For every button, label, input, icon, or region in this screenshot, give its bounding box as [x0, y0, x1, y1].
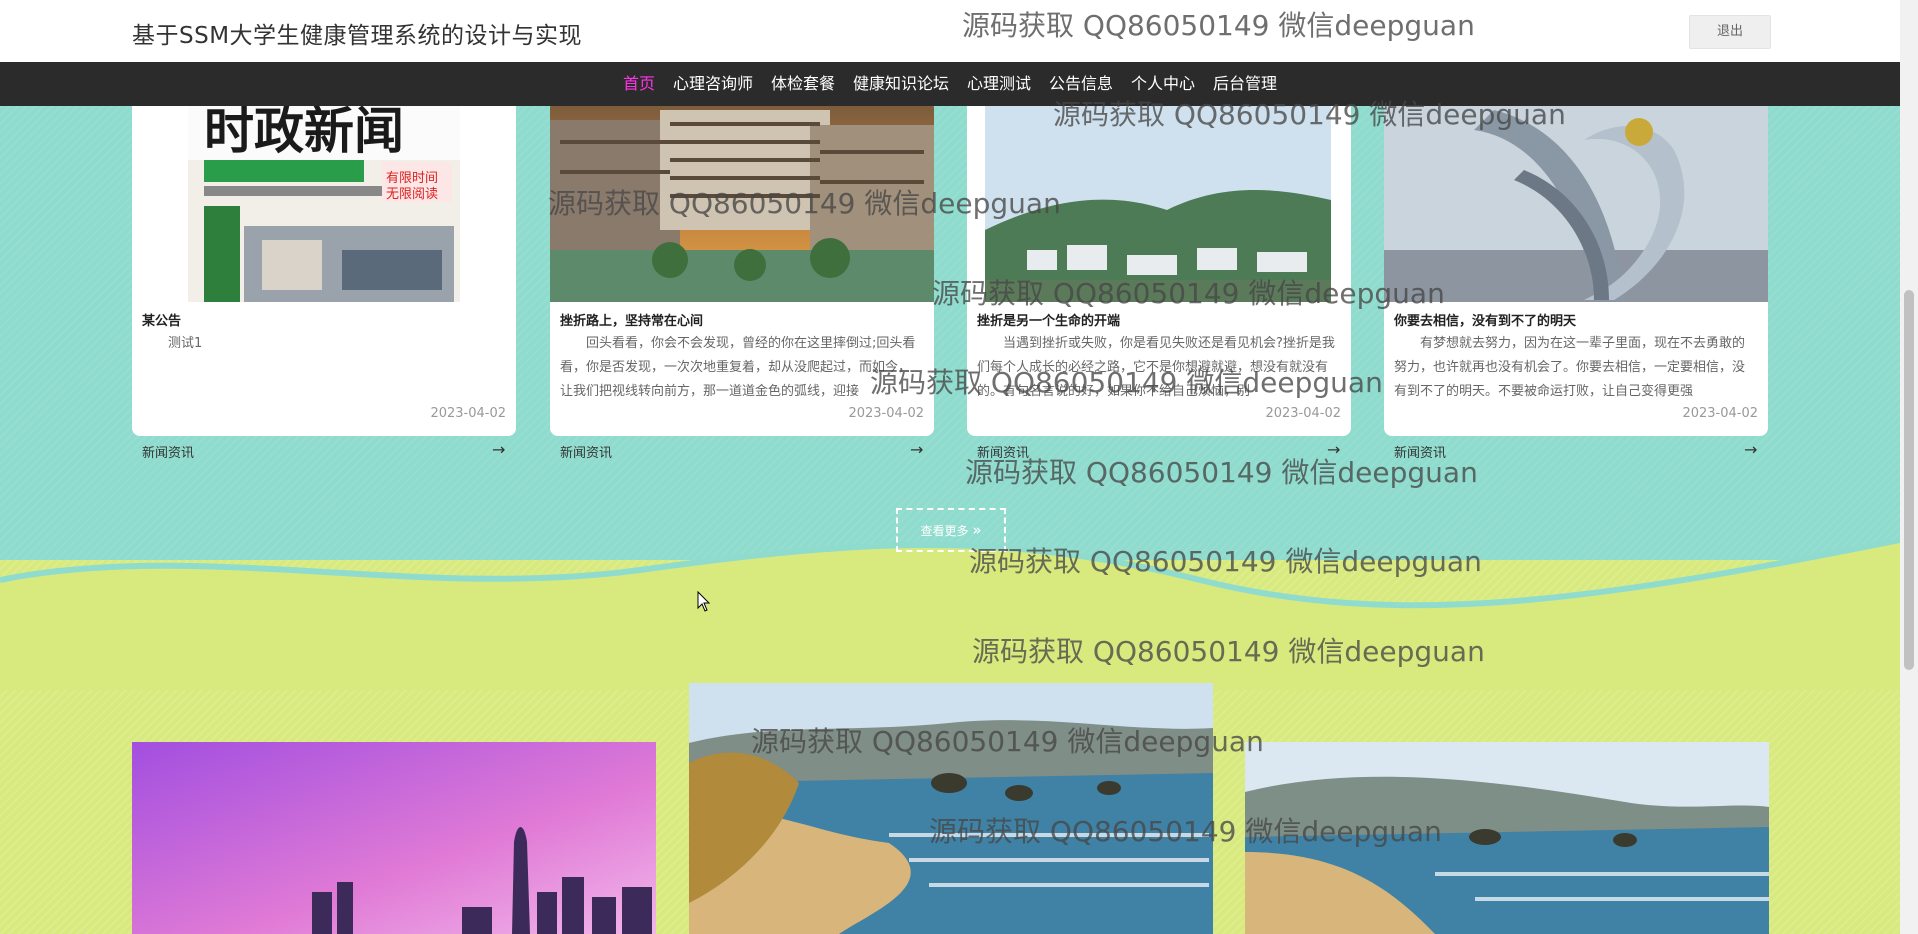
arrow-right-icon[interactable]: →	[492, 440, 505, 459]
card-date: 2023-04-02	[1682, 406, 1758, 421]
watermark: 源码获取 QQ86050149 微信deepguan	[870, 366, 1383, 399]
site-title: 基于SSM大学生健康管理系统的设计与实现	[132, 23, 583, 49]
view-more-label: 查看更多	[920, 524, 969, 538]
nav-item-checkup[interactable]: 体检套餐	[762, 62, 844, 106]
watermark: 源码获取 QQ86050149 微信deepguan	[751, 725, 1264, 758]
card-summary: 测试1	[168, 336, 203, 351]
card-title: 你要去相信，没有到不了的明天	[1394, 314, 1577, 329]
nav-item-psych-test[interactable]: 心理测试	[958, 62, 1040, 106]
watermark: 源码获取 QQ86050149 微信deepguan	[965, 456, 1478, 489]
scrollbar-thumb[interactable]	[1904, 290, 1914, 670]
mouse-cursor-icon	[697, 591, 711, 612]
card-category[interactable]: 新闻资讯	[142, 442, 194, 461]
wave-divider	[0, 540, 1900, 690]
top-header: 基于SSM大学生健康管理系统的设计与实现 退出	[0, 0, 1900, 62]
watermark: 源码获取 QQ86050149 微信deepguan	[962, 9, 1475, 42]
card-summary: 回头看看，你会不会发现，曾经的你在这里摔倒过;回头看看，你是否发现，一次次地重复…	[560, 336, 916, 399]
watermark: 源码获取 QQ86050149 微信deepguan	[932, 277, 1445, 310]
watermark: 源码获取 QQ86050149 微信deepguan	[972, 635, 1485, 668]
double-chevron-right-icon: »	[972, 521, 982, 539]
svg-text:有限时间: 有限时间	[386, 171, 438, 186]
arrow-right-icon[interactable]: →	[1744, 440, 1757, 459]
card-summary: 有梦想就去努力，因为在这一辈子里面，现在不去勇敢的努力，也许就再也没有机会了。你…	[1394, 336, 1746, 399]
watermark: 源码获取 QQ86050149 微信deepguan	[929, 815, 1442, 848]
nav-item-counselor[interactable]: 心理咨询师	[664, 62, 762, 106]
card-title: 挫折是另一个生命的开端	[977, 314, 1121, 329]
newspaper-image: 时政新闻 有限时间 无限阅读	[132, 100, 516, 302]
nav-item-home[interactable]: 首页	[614, 62, 664, 106]
card-date: 2023-04-02	[848, 406, 924, 421]
svg-text:无限阅读: 无限阅读	[386, 187, 438, 202]
card-title: 挫折路上，坚持常在心间	[560, 314, 704, 329]
nav-item-forum[interactable]: 健康知识论坛	[844, 62, 958, 106]
news-card[interactable]: 时政新闻 有限时间 无限阅读 某公告 测试1 2023-04-02	[132, 100, 516, 436]
card-date: 2023-04-02	[1265, 406, 1341, 421]
page-scrollbar[interactable]	[1900, 0, 1918, 934]
svg-text:时政新闻: 时政新闻	[204, 102, 404, 160]
watermark: 源码获取 QQ86050149 微信deepguan	[969, 545, 1482, 578]
arrow-right-icon[interactable]: →	[910, 440, 923, 459]
gallery-image-skyline[interactable]	[132, 742, 656, 934]
card-category[interactable]: 新闻资讯	[560, 442, 612, 461]
watermark: 源码获取 QQ86050149 微信deepguan	[1053, 98, 1566, 131]
news-card[interactable]: 你要去相信，没有到不了的明天 有梦想就去努力，因为在这一辈子里面，现在不去勇敢的…	[1384, 100, 1768, 436]
main-nav: 首页 心理咨询师 体检套餐 健康知识论坛 心理测试 公告信息 个人中心 后台管理	[0, 62, 1900, 106]
card-title: 某公告	[142, 314, 182, 329]
logout-button[interactable]: 退出	[1689, 15, 1771, 49]
watermark: 源码获取 QQ86050149 微信deepguan	[548, 187, 1061, 220]
card-date: 2023-04-02	[430, 406, 506, 421]
